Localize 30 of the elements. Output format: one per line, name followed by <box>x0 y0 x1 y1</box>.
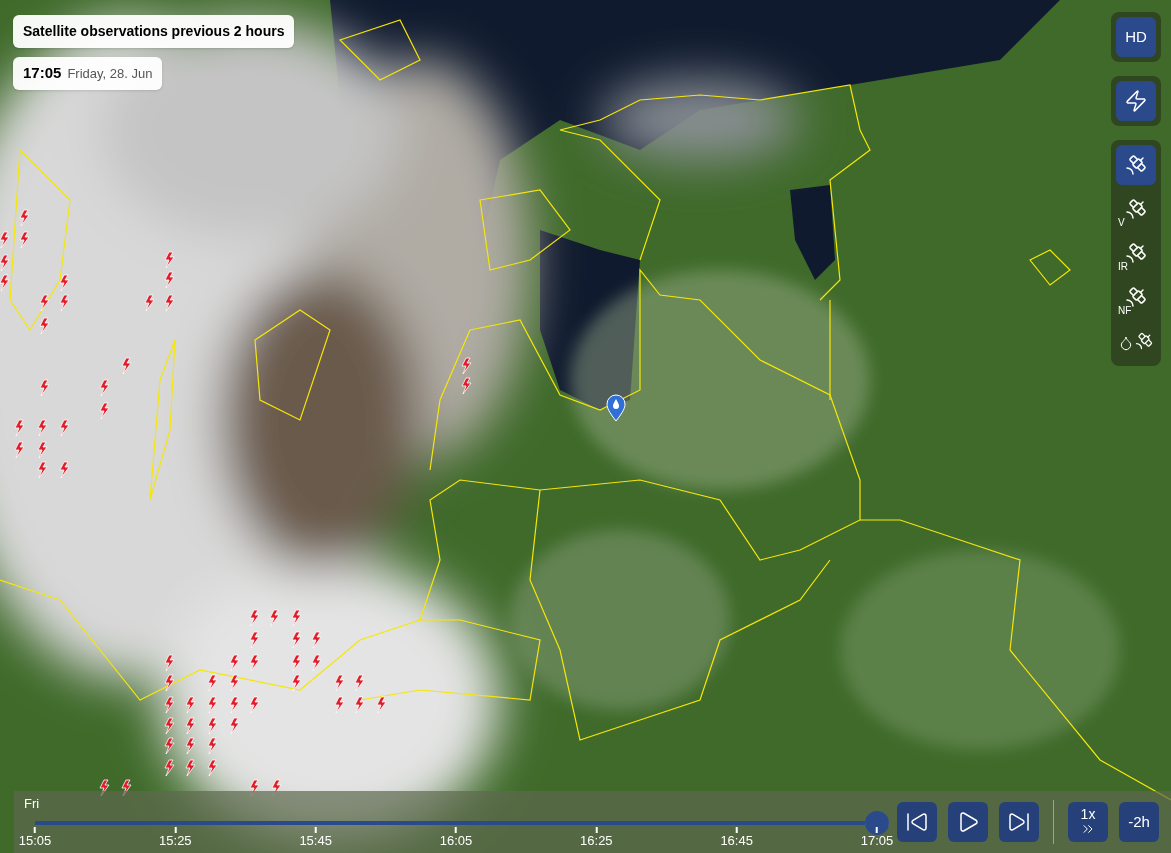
droplet-icon <box>1118 335 1134 351</box>
satellite-layer-button[interactable] <box>1116 145 1156 185</box>
play-button[interactable] <box>948 802 988 842</box>
timeline-thumb[interactable] <box>865 811 889 835</box>
satellite-icon <box>1124 153 1148 177</box>
satellite-layer-button[interactable]: IR <box>1116 233 1156 273</box>
hd-toggle[interactable]: HD <box>1116 17 1156 57</box>
lightning-icon <box>1124 89 1148 113</box>
current-time: 17:05 <box>23 63 62 83</box>
satellite-layer-button[interactable]: NF <box>1116 277 1156 317</box>
day-label: Fri <box>24 795 40 813</box>
current-date: Friday, 28. Jun <box>67 65 153 83</box>
time-range-button[interactable]: -2h <box>1119 802 1159 842</box>
skip-back-button[interactable] <box>897 802 937 842</box>
time-tick-label: 15:25 <box>159 834 192 847</box>
speed-button[interactable]: 1x <box>1068 802 1108 842</box>
time-tick-label: 15:05 <box>18 834 52 847</box>
time-tick-label: 16:45 <box>720 834 753 847</box>
satellite-icon <box>1124 197 1148 221</box>
location-pin-icon <box>606 394 626 422</box>
satellite-layer-button[interactable]: V <box>1116 189 1156 229</box>
time-tick-label: 15:45 <box>299 834 332 847</box>
time-tick-label: 16:05 <box>439 834 473 847</box>
time-tick-label: 16:25 <box>580 834 613 847</box>
satellite-icon <box>1134 331 1154 351</box>
skip-forward-icon <box>1007 810 1031 834</box>
map-title: Satellite observations previous 2 hours <box>13 15 295 48</box>
time-tick-label: 17:05 <box>860 834 894 847</box>
skip-forward-button[interactable] <box>999 802 1039 842</box>
skip-back-icon <box>905 810 929 834</box>
